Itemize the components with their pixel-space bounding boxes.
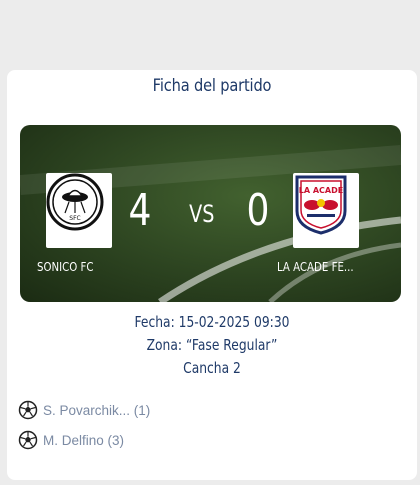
soccer-ball-icon [18, 430, 38, 450]
match-date: Fecha: 15-02-2025 09:30 [134, 313, 290, 331]
match-card: Ficha del partido SFC 4 VS 0 LA ACADE SO… [7, 70, 417, 480]
match-field: Cancha 2 [183, 359, 241, 377]
scorer-item[interactable]: S. Povarchik... (1) [18, 400, 150, 420]
card-title: Ficha del partido [152, 76, 272, 96]
sonico-fc-crest-icon: SFC [46, 173, 104, 231]
away-score: 0 [246, 185, 270, 236]
soccer-ball-icon [18, 400, 38, 420]
home-score: 4 [128, 185, 152, 236]
match-zone: Zona: “Fase Regular” [146, 336, 278, 354]
home-team-logo[interactable]: SFC [46, 173, 112, 248]
scorer-name: S. Povarchik... (1) [43, 402, 151, 418]
vs-label: VS [189, 200, 215, 228]
svg-text:LA ACADE: LA ACADE [299, 186, 343, 195]
home-team-name[interactable]: SONICO FC [37, 260, 94, 274]
svg-text:SFC: SFC [69, 215, 80, 222]
scorer-name: M. Delfino (3) [43, 432, 125, 448]
scoreboard-banner: SFC 4 VS 0 LA ACADE SONICO FC LA ACADE F… [20, 125, 401, 302]
away-team-logo[interactable]: LA ACADE [293, 173, 359, 248]
away-team-name[interactable]: LA ACADE FE... [277, 260, 354, 274]
scorer-item[interactable]: M. Delfino (3) [18, 430, 124, 450]
la-acade-crest-icon: LA ACADE [295, 175, 347, 235]
